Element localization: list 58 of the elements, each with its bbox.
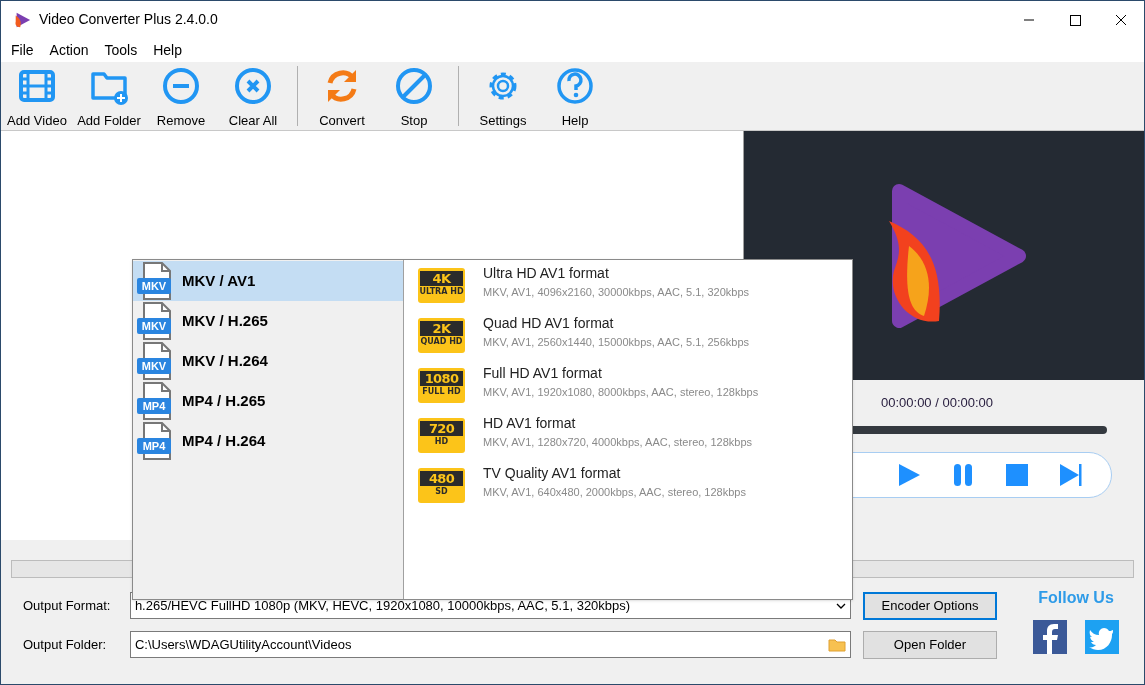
format-preset[interactable]: 4K ULTRA HD Ultra HD AV1 format MKV, AV1, 4096x2160, 30000kbps, AAC, 5.1, 320kbps (418, 265, 852, 315)
toolbar-button[interactable]: Help (554, 66, 596, 131)
resolution-badge: 4K ULTRA HD (418, 268, 465, 303)
play-icon[interactable] (897, 462, 921, 487)
follow-us-heading: Follow Us (1038, 588, 1114, 608)
format-category[interactable]: MKV MKV / H.265 (133, 301, 403, 341)
pause-icon[interactable] (951, 462, 975, 487)
chevron-down-icon (836, 602, 846, 609)
toolbar-button[interactable]: Clear All (227, 66, 279, 131)
format-preset[interactable]: 2K QUAD HD Quad HD AV1 format MKV, AV1, 2560x1440, 15000kbps, AAC, 5.1, 256kbps (418, 315, 852, 365)
output-folder-field[interactable]: C:\Users\WDAGUtilityAccount\Videos (129, 631, 851, 658)
action-button[interactable]: Open Folder (863, 631, 997, 659)
resolution-badge: 2K QUAD HD (418, 318, 465, 353)
window-title: Video Converter Plus 2.4.0.0 (39, 10, 218, 29)
format-preset[interactable]: 480 SD TV Quality AV1 format MKV, AV1, 640x480, 2000kbps, AAC, stereo, 128kbps (418, 465, 852, 515)
toolbar-button[interactable]: Remove (155, 66, 207, 131)
format-preset[interactable]: 1080 FULL HD Full HD AV1 format MKV, AV1, 1920x1080, 8000kbps, AAC, stereo, 128kbps (418, 365, 852, 415)
toolbar-button[interactable]: Stop (393, 66, 435, 131)
twitter-icon[interactable] (1085, 620, 1119, 654)
toolbar-button[interactable]: Settings (478, 66, 528, 131)
minus-circle-icon (161, 66, 201, 106)
resolution-badge: 1080 FULL HD (418, 368, 465, 403)
format-category[interactable]: MKV MKV / H.264 (133, 341, 403, 381)
preset-details: MKV, AV1, 1920x1080, 8000kbps, AAC, stereo, 128kbps (483, 385, 759, 400)
skip-next-icon[interactable] (1059, 462, 1083, 487)
menu-item[interactable]: File (3, 39, 42, 61)
resolution-badge: 720 HD (418, 418, 465, 453)
folder-icon[interactable] (828, 637, 846, 652)
preset-title: TV Quality AV1 format (483, 465, 622, 482)
format-preset[interactable]: 720 HD HD AV1 format MKV, AV1, 1280x720, 4000kbps, AAC, stereo, 128kbps (418, 415, 852, 465)
preset-title: HD AV1 format (483, 415, 577, 432)
format-category[interactable]: MP4 MP4 / H.265 (133, 381, 403, 421)
toolbar-button[interactable]: Add Video (6, 66, 68, 131)
output-format-label: Output Format: (22, 596, 112, 615)
format-category[interactable]: MKV MKV / AV1 (133, 261, 403, 301)
format-category[interactable]: MP4 MP4 / H.264 (133, 421, 403, 461)
stop-icon[interactable] (1005, 462, 1029, 487)
preset-title: Full HD AV1 format (483, 365, 603, 382)
preset-details: MKV, AV1, 4096x2160, 30000kbps, AAC, 5.1, 320kbps (483, 285, 750, 300)
help-icon (555, 66, 595, 106)
preset-title: Ultra HD AV1 format (483, 265, 610, 282)
action-button[interactable]: Encoder Options (863, 592, 997, 620)
app-logo-icon (13, 10, 31, 29)
facebook-icon[interactable] (1033, 620, 1067, 654)
output-folder-label: Output Folder: (22, 635, 108, 654)
toolbar-button[interactable]: Convert (318, 66, 366, 131)
prohibited-icon (394, 66, 434, 106)
time-display: 00:00:00 / 00:00:00 (881, 394, 995, 412)
menu-item[interactable]: Tools (96, 39, 146, 61)
menu-item[interactable]: Action (41, 39, 97, 61)
preset-details: MKV, AV1, 1280x720, 4000kbps, AAC, stereo, 128kbps (483, 435, 753, 450)
menu-item[interactable]: Help (145, 39, 190, 61)
preset-details: MKV, AV1, 640x480, 2000kbps, AAC, stereo, 128kbps (483, 485, 746, 500)
resolution-badge: 480 SD (418, 468, 465, 503)
x-circle-icon (233, 66, 273, 106)
preset-title: Quad HD AV1 format (483, 315, 615, 332)
preset-details: MKV, AV1, 2560x1440, 15000kbps, AAC, 5.1, 256kbps (483, 335, 750, 350)
toolbar-button[interactable]: Add Folder (76, 66, 142, 131)
